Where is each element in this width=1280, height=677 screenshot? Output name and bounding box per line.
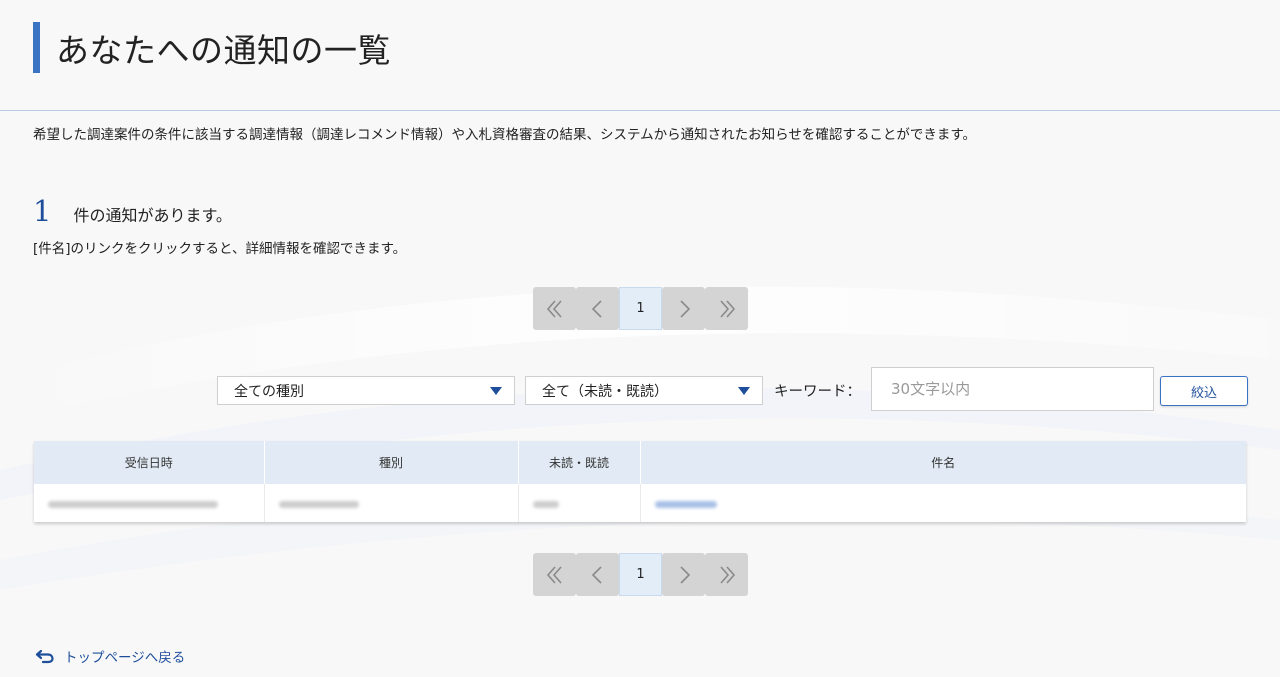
cell-subject[interactable]	[640, 484, 1246, 522]
blurred-text	[278, 500, 359, 508]
header-received-datetime[interactable]: 受信日時	[34, 441, 265, 484]
double-chevron-left-icon	[546, 565, 562, 584]
last-page-button[interactable]	[705, 553, 748, 596]
notification-table: 受信日時 種別 未読・既読 件名	[34, 441, 1246, 522]
header-type[interactable]: 種別	[264, 441, 519, 484]
double-chevron-right-icon	[719, 565, 735, 584]
caret-down-icon	[738, 387, 750, 395]
count-number: 1	[33, 194, 52, 228]
cell-type	[264, 484, 519, 522]
chevron-left-icon	[591, 299, 602, 318]
page-title-bar: あなたへの通知の一覧	[33, 22, 391, 73]
notification-list-page: あなたへの通知の一覧 希望した調達案件の条件に該当する調達情報（調達レコメンド情…	[0, 0, 1280, 677]
read-status-select-value: 全て（未読・既読）	[542, 383, 668, 400]
title-divider	[0, 110, 1280, 111]
caret-down-icon	[490, 387, 502, 395]
header-read-status[interactable]: 未読・既読	[518, 441, 641, 484]
page-description: 希望した調達案件の条件に該当する調達情報（調達レコメンド情報）や入札資格審査の結…	[33, 127, 976, 143]
table-row[interactable]	[34, 484, 1246, 522]
count-suffix: 件の通知があります。	[73, 206, 232, 225]
header-subject[interactable]: 件名	[640, 441, 1246, 484]
prev-page-button[interactable]	[576, 553, 619, 596]
table-header-row: 受信日時 種別 未読・既読 件名	[34, 441, 1246, 484]
first-page-button[interactable]	[533, 553, 576, 596]
blurred-text	[48, 500, 218, 508]
chevron-left-icon	[591, 565, 602, 584]
subject-link-hint: [件名]のリンクをクリックすると、詳細情報を確認できます。	[33, 241, 407, 257]
first-page-button[interactable]	[533, 287, 576, 330]
return-arrow-icon	[35, 649, 54, 664]
back-link-label: トップページへ戻る	[64, 650, 186, 666]
type-select[interactable]: 全ての種別	[217, 376, 515, 405]
double-chevron-right-icon	[719, 299, 735, 318]
keyword-input[interactable]	[871, 367, 1154, 411]
next-page-button[interactable]	[662, 287, 705, 330]
last-page-button[interactable]	[705, 287, 748, 330]
filter-bar: 全ての種別 全て（未読・既読） キーワード： 絞込	[0, 367, 1280, 412]
filter-button[interactable]: 絞込	[1160, 376, 1248, 406]
read-status-select[interactable]: 全て（未読・既読）	[525, 376, 763, 405]
keyword-label: キーワード：	[774, 384, 861, 400]
chevron-right-icon	[679, 565, 690, 584]
chevron-right-icon	[679, 299, 690, 318]
subject-link[interactable]	[654, 500, 717, 508]
cell-received-datetime	[34, 484, 265, 522]
cell-read-status	[518, 484, 641, 522]
next-page-button[interactable]	[662, 553, 705, 596]
notification-count: 1 件の通知があります。	[33, 194, 232, 228]
page-title: あなたへの通知の一覧	[56, 30, 391, 70]
double-chevron-left-icon	[546, 299, 562, 318]
pagination-bottom: 1	[533, 553, 748, 596]
prev-page-button[interactable]	[576, 287, 619, 330]
blurred-text	[532, 500, 559, 508]
current-page[interactable]: 1	[619, 287, 662, 330]
pagination-top: 1	[533, 287, 748, 330]
back-to-top-link[interactable]: トップページへ戻る	[35, 646, 185, 666]
type-select-value: 全ての種別	[234, 383, 304, 400]
current-page[interactable]: 1	[619, 553, 662, 596]
